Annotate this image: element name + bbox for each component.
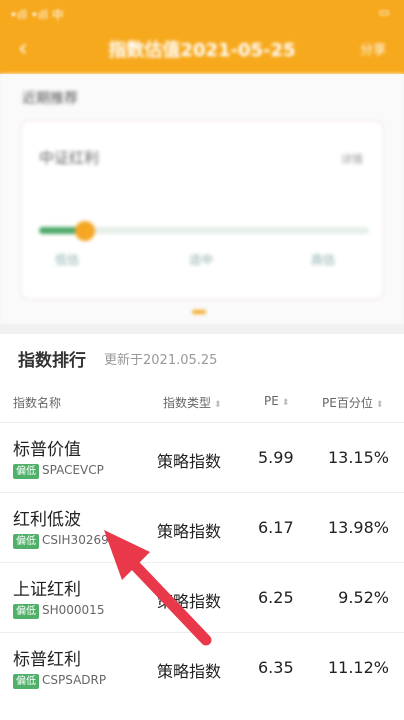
status-bar: •ıll •ıll 中 ▭ [0,0,404,26]
pe-percentile: 9.52% [338,588,389,607]
index-name: 红利低波 [13,510,81,530]
level-high: 高估 [311,253,336,267]
sort-icon: ⬍ [281,398,290,408]
ranking-header: 指数名称 指数类型 ⬍ PE ⬍ PE百分位 ⬍ [0,378,404,422]
table-row[interactable]: 标普价值 偏低 SPACEVCP 策略指数 5.99 13.15% [0,422,404,492]
sort-icon: ⬍ [214,400,222,410]
index-ranking-section: 指数排行 更新于2021.05.25 指数名称 指数类型 ⬍ PE ⬍ PE百分位 ⬍… [0,334,404,720]
card-index-name: 中证红利 [39,149,100,167]
ranking-updated-date: 更新于2021.05.25 [104,353,218,368]
sort-icon: ⬍ [375,400,384,410]
pe-value: 6.25 [258,588,294,607]
valuation-gauge [39,221,369,241]
col-header-name: 指数名称 [13,396,62,410]
top-bar: •ıll •ıll 中 ▭ ‹ 指数估值2021-05-25 分享 [0,0,404,74]
share-button[interactable]: 分享 [360,39,386,58]
section-divider [0,324,404,334]
pe-percentile: 13.15% [327,448,389,467]
table-row[interactable]: 红利低波 偏低 CSIH30269 策略指数 6.17 13.98% [0,492,404,562]
index-name: 标普红利 [13,650,81,670]
col-header-pe-percentile[interactable]: PE百分位 ⬍ [322,394,383,411]
index-name: 标普价值 [13,440,81,460]
valuation-gauge-knob [75,221,96,241]
valuation-badge: 偏低 [13,674,39,689]
index-code: CSPSADRP [42,673,107,687]
index-name: 上证红利 [13,580,81,600]
pe-value: 6.17 [258,518,294,537]
index-code: SPACEVCP [42,463,104,477]
recommend-card[interactable]: 中证红利 详情 低估 适中 高估 [20,120,384,300]
valuation-badge: 偏低 [13,604,39,619]
index-type: 策略指数 [157,522,222,541]
card-detail-tag[interactable]: 详情 [341,151,363,167]
battery-icon: ▭ [378,5,390,19]
col-header-type[interactable]: 指数类型 ⬍ [163,394,222,411]
index-code: CSIH30269 [42,533,109,547]
valuation-badge: 偏低 [13,464,39,479]
recommend-section: 近期推荐 中证红利 详情 低估 适中 高估 [0,74,404,324]
nav-bar: ‹ 指数估值2021-05-25 分享 [0,26,404,74]
index-code: SH000015 [42,603,105,617]
col-header-pe[interactable]: PE ⬍ [264,394,289,408]
carousel-indicator [192,310,206,314]
table-row[interactable]: 标普红利 偏低 CSPSADRP 策略指数 6.35 11.12% [0,632,404,702]
page-title: 指数估值2021-05-25 [108,40,296,61]
level-mid: 适中 [189,253,214,267]
recommend-section-title: 近期推荐 [22,91,78,107]
index-type: 策略指数 [157,592,222,611]
pe-percentile: 13.98% [327,518,389,537]
table-row[interactable]: 上证红利 偏低 SH000015 策略指数 6.25 9.52% [0,562,404,632]
ranking-title: 指数排行 [18,351,86,371]
index-type: 策略指数 [157,452,222,471]
signal-indicator: •ıll •ıll 中 [10,8,64,22]
index-type: 策略指数 [157,662,222,681]
pe-value: 6.35 [258,658,294,677]
level-low: 低估 [55,253,80,267]
valuation-badge: 偏低 [13,534,39,549]
pe-value: 5.99 [258,448,294,467]
pe-percentile: 11.12% [327,658,389,677]
